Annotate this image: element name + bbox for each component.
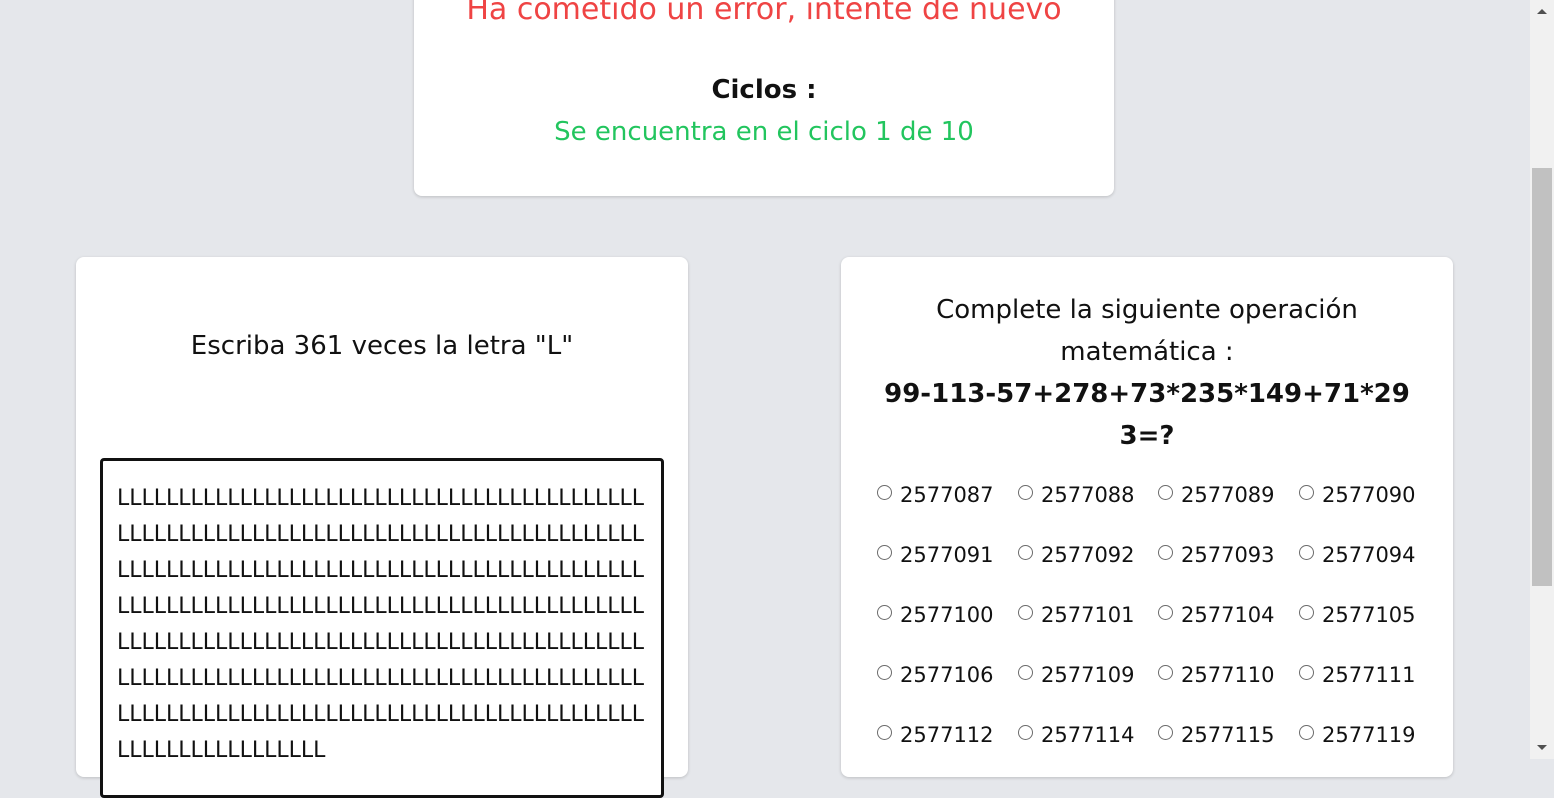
option-label: 2577101	[1041, 603, 1135, 627]
typing-task-card: Escriba 361 veces la letra "L"	[76, 257, 688, 798]
answer-option[interactable]: 2577100	[877, 603, 994, 627]
radio-button[interactable]	[1158, 724, 1173, 740]
option-label: 2577106	[900, 663, 994, 687]
cycles-label: Ciclos :	[711, 75, 817, 105]
option-label: 2577092	[1041, 543, 1135, 567]
typing-instruction: Escriba 361 veces la letra "L"	[190, 331, 574, 361]
scroll-thumb[interactable]	[1532, 168, 1552, 586]
radio-button[interactable]	[1299, 484, 1314, 500]
radio-button[interactable]	[1158, 664, 1173, 680]
scroll-down-arrow-icon[interactable]	[1537, 745, 1547, 750]
radio-button[interactable]	[877, 484, 892, 500]
answer-option[interactable]: 2577111	[1299, 663, 1416, 687]
option-label: 2577109	[1041, 663, 1135, 687]
answer-option[interactable]: 2577091	[877, 543, 994, 567]
option-label: 2577094	[1322, 543, 1416, 567]
option-label: 2577104	[1181, 603, 1275, 627]
radio-button[interactable]	[1018, 484, 1033, 500]
radio-button[interactable]	[877, 664, 892, 680]
radio-button[interactable]	[1158, 544, 1173, 560]
radio-button[interactable]	[877, 604, 892, 620]
answer-option[interactable]: 2577114	[1018, 723, 1135, 747]
answer-option[interactable]: 2577090	[1299, 483, 1416, 507]
radio-button[interactable]	[1299, 604, 1314, 620]
scroll-up-arrow-icon[interactable]	[1537, 9, 1547, 14]
answer-option[interactable]: 2577115	[1158, 723, 1275, 747]
radio-button[interactable]	[1018, 724, 1033, 740]
answer-option[interactable]: 2577105	[1299, 603, 1416, 627]
radio-button[interactable]	[877, 544, 892, 560]
option-label: 2577105	[1322, 603, 1416, 627]
math-prompt: Complete la siguiente operación matemáti…	[936, 295, 1358, 367]
letter-input[interactable]	[100, 458, 664, 798]
answer-option[interactable]: 2577110	[1158, 663, 1275, 687]
cycles-status: Se encuentra en el ciclo 1 de 10	[554, 117, 974, 147]
answer-option[interactable]: 2577104	[1158, 603, 1275, 627]
answer-option[interactable]: 2577109	[1018, 663, 1135, 687]
answer-option[interactable]: 2577087	[877, 483, 994, 507]
answer-option[interactable]: 2577106	[877, 663, 994, 687]
option-label: 2577119	[1322, 723, 1416, 747]
status-card: Ha cometido un error, intente de nuevo C…	[414, 0, 1114, 196]
option-label: 2577091	[900, 543, 994, 567]
page-scrollbar[interactable]	[1530, 0, 1554, 759]
answer-option[interactable]: 2577092	[1018, 543, 1135, 567]
answer-option[interactable]: 2577088	[1018, 483, 1135, 507]
option-label: 2577089	[1181, 483, 1275, 507]
radio-button[interactable]	[1299, 724, 1314, 740]
option-label: 2577087	[900, 483, 994, 507]
option-label: 2577090	[1322, 483, 1416, 507]
option-label: 2577100	[900, 603, 994, 627]
answer-option[interactable]: 2577089	[1158, 483, 1275, 507]
option-label: 2577088	[1041, 483, 1135, 507]
radio-button[interactable]	[1158, 604, 1173, 620]
error-message: Ha cometido un error, intente de nuevo	[466, 0, 1062, 27]
option-label: 2577093	[1181, 543, 1275, 567]
radio-button[interactable]	[877, 724, 892, 740]
option-label: 2577115	[1181, 723, 1275, 747]
answer-option[interactable]: 2577101	[1018, 603, 1135, 627]
option-label: 2577112	[900, 723, 994, 747]
math-task-card: Complete la siguiente operación matemáti…	[841, 257, 1453, 777]
radio-button[interactable]	[1299, 544, 1314, 560]
option-label: 2577114	[1041, 723, 1135, 747]
option-label: 2577110	[1181, 663, 1275, 687]
answer-option[interactable]: 2577119	[1299, 723, 1416, 747]
answer-option[interactable]: 2577093	[1158, 543, 1275, 567]
radio-button[interactable]	[1158, 484, 1173, 500]
answer-option[interactable]: 2577094	[1299, 543, 1416, 567]
radio-button[interactable]	[1299, 664, 1314, 680]
radio-button[interactable]	[1018, 664, 1033, 680]
option-label: 2577111	[1322, 663, 1416, 687]
radio-button[interactable]	[1018, 604, 1033, 620]
math-expression: 99-113-57+278+73*235*149+71*293=?	[884, 379, 1410, 451]
answer-option[interactable]: 2577112	[877, 723, 994, 747]
radio-button[interactable]	[1018, 544, 1033, 560]
